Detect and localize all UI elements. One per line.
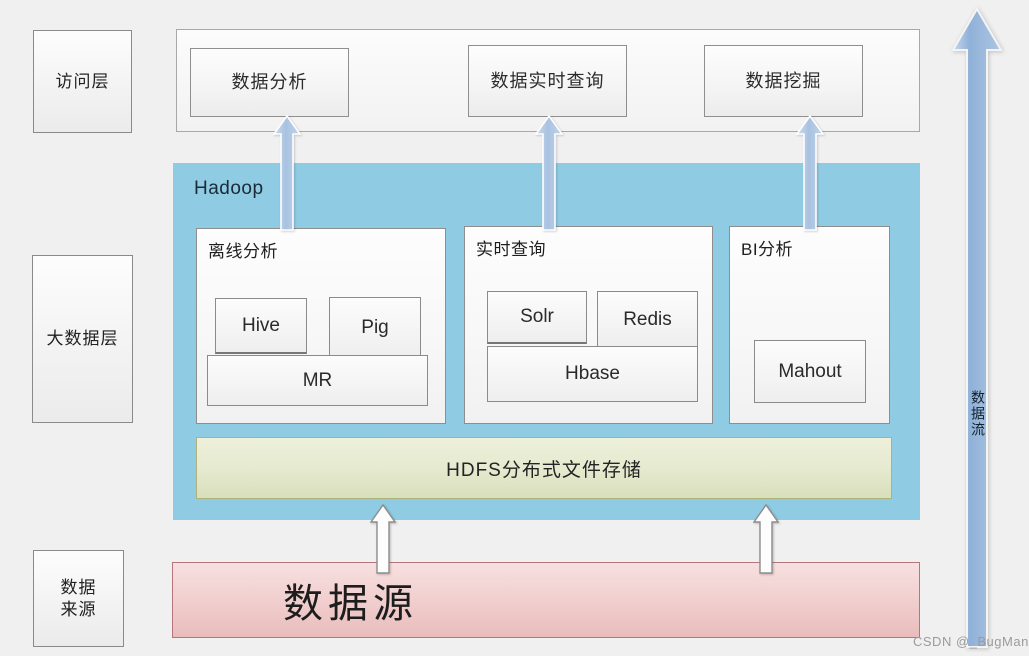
layer-label-source: 数据来源 <box>33 550 124 647</box>
arrow-realtime-to-query <box>534 114 564 231</box>
hadoop-title-text: Hadoop <box>194 178 264 199</box>
access-item-realtime-query-label: 数据实时查询 <box>490 70 605 91</box>
diagram-canvas: 访问层 大数据层 数据来源 数据分析 数据实时查询 数据挖掘 Hadoop 离线… <box>0 0 1029 656</box>
data-flow-arrow <box>951 7 1003 648</box>
tech-pig-label: Pig <box>361 317 389 338</box>
tech-hbase[interactable]: Hbase <box>487 346 698 402</box>
hdfs-storage-bar[interactable]: HDFS分布式文件存储 <box>196 437 892 499</box>
hdfs-storage-label: HDFS分布式文件存储 <box>446 459 642 481</box>
layer-label-bigdata-text: 大数据层 <box>46 329 119 349</box>
tech-redis-label: Redis <box>623 308 672 330</box>
arrow-bi-to-mining <box>795 114 825 231</box>
tech-mahout[interactable]: Mahout <box>754 340 866 403</box>
panel-realtime-query-title: 实时查询 <box>476 235 546 260</box>
arrow-offline-to-analysis <box>272 114 302 231</box>
tech-hbase-label: Hbase <box>565 363 620 384</box>
panel-bi-analysis-title: BI分析 <box>741 235 793 260</box>
panel-offline-analysis-title: 离线分析 <box>208 237 278 262</box>
tech-redis[interactable]: Redis <box>597 291 698 348</box>
tech-mr-label: MR <box>302 369 333 391</box>
panel-offline-analysis-title-text: 离线分析 <box>208 242 278 261</box>
watermark-text: CSDN @_BugMan <box>913 634 1029 649</box>
access-item-data-mining[interactable]: 数据挖掘 <box>704 45 863 117</box>
data-source-label: 数据源 <box>283 582 418 626</box>
access-item-data-mining-label: 数据挖掘 <box>745 70 822 91</box>
tech-hive-label: Hive <box>241 314 280 336</box>
tech-solr[interactable]: Solr <box>487 291 587 344</box>
tech-solr-label: Solr <box>520 306 554 327</box>
access-item-realtime-query[interactable]: 数据实时查询 <box>468 45 627 117</box>
arrow-source-to-hdfs-left <box>369 503 397 574</box>
access-item-data-analysis-label: 数据分析 <box>231 72 308 93</box>
panel-realtime-query-title-text: 实时查询 <box>476 240 546 259</box>
layer-label-bigdata: 大数据层 <box>32 255 133 423</box>
tech-pig[interactable]: Pig <box>329 297 421 359</box>
hadoop-title: Hadoop <box>194 178 264 200</box>
tech-mr[interactable]: MR <box>207 355 428 406</box>
panel-bi-analysis-title-text: BI分析 <box>741 240 794 259</box>
tech-mahout-label: Mahout <box>778 360 842 382</box>
layer-label-access-text: 访问层 <box>55 71 110 91</box>
data-flow-label-text: 数据流 <box>970 390 986 438</box>
data-flow-label: 数据流 <box>968 390 988 438</box>
data-source-bar[interactable]: 数据源 <box>172 562 920 638</box>
layer-label-access: 访问层 <box>33 30 132 133</box>
watermark: CSDN @_BugMan <box>913 634 1029 649</box>
layer-label-source-text: 数据来源 <box>60 578 97 619</box>
tech-hive[interactable]: Hive <box>215 298 307 354</box>
arrow-source-to-hdfs-right <box>752 503 780 574</box>
access-item-data-analysis[interactable]: 数据分析 <box>190 48 349 117</box>
